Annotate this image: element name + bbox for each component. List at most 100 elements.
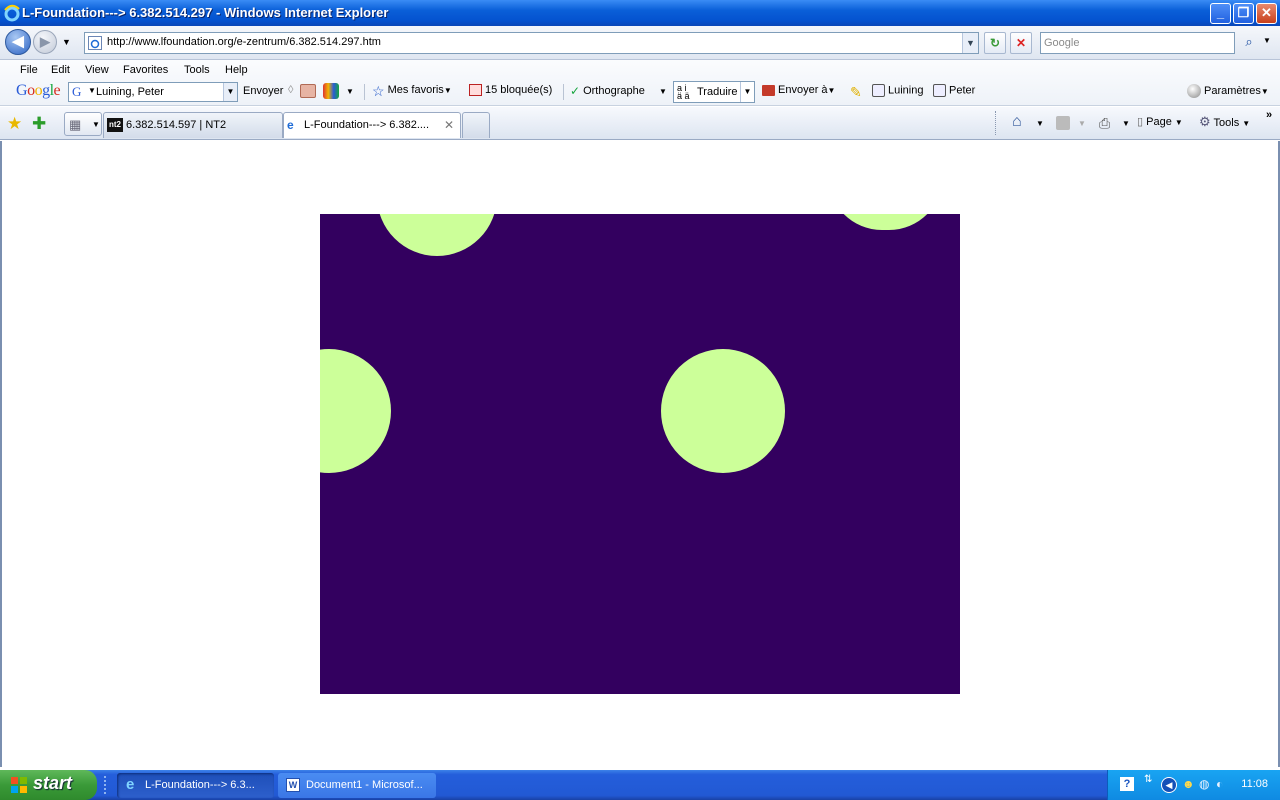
user-icon[interactable]: ☻	[1182, 777, 1195, 791]
menu-view[interactable]: View	[85, 64, 109, 76]
new-tab-button[interactable]	[462, 112, 490, 138]
back-button[interactable]: ◀	[5, 29, 31, 55]
tab-bar: ★ ✚ ▦ ▼ nt2 6.382.514.597 | NT2 e L-Foun…	[0, 107, 1280, 140]
help-icon[interactable]: ?	[1120, 777, 1134, 791]
gear-icon: ⚙	[1199, 114, 1211, 129]
dropdown-icon: ▼	[443, 85, 452, 95]
google-account-name: Luining, Peter	[96, 86, 164, 98]
close-tab-icon[interactable]: ✕	[444, 118, 454, 132]
security-icon[interactable]: ◍	[1199, 777, 1209, 791]
favorites-button[interactable]: ☆ Mes favoris▼	[372, 83, 452, 99]
dropdown-icon: ▼	[1242, 119, 1251, 128]
favorites-center-icon[interactable]: ★	[7, 114, 22, 134]
window-title: L-Foundation---> 6.382.514.297 - Windows…	[22, 5, 389, 20]
settings-label: Paramètres	[1204, 84, 1261, 97]
ie-page-icon	[88, 36, 102, 50]
home-icon[interactable]: ⌂	[1012, 113, 1022, 131]
quick-launch-grip	[104, 776, 108, 794]
spellcheck-button[interactable]: ✓ Orthographe	[570, 84, 645, 98]
feeds-icon[interactable]	[1056, 116, 1070, 130]
circle-top-left	[377, 214, 497, 256]
google-send-button[interactable]: Envoyer	[243, 85, 283, 97]
search-term-luining[interactable]: Luining	[872, 84, 923, 97]
print-icon[interactable]: ⎙	[1099, 115, 1110, 132]
system-tray: ? ⇅ ◀ ☻ ◍ ◐ 11:08	[1107, 770, 1280, 800]
refresh-button[interactable]: ↻	[984, 32, 1006, 54]
send-to-icon	[762, 84, 775, 96]
menu-tools[interactable]: Tools	[184, 64, 210, 76]
history-dropdown-icon[interactable]: ▼	[62, 37, 71, 47]
network-icon[interactable]: ⇅	[1144, 774, 1152, 785]
dropdown-icon: ▼	[88, 86, 96, 95]
quick-tabs-button[interactable]: ▦ ▼	[64, 112, 102, 136]
page-icon: ▯	[1137, 116, 1144, 128]
tools-menu-button[interactable]: ⚙ Tools ▼	[1199, 114, 1250, 130]
search-icon[interactable]: ⌕	[1240, 34, 1258, 52]
stop-button[interactable]: ✕	[1010, 32, 1032, 54]
address-bar[interactable]: http://www.lfoundation.org/e-zentrum/6.3…	[84, 32, 979, 54]
forward-button[interactable]: ▶	[33, 30, 57, 54]
word-icon: W	[286, 778, 300, 792]
search-term-label: Luining	[888, 84, 924, 97]
favorites-label: Mes favoris	[387, 83, 444, 96]
highlighter-icon[interactable]: ✎	[850, 84, 862, 101]
taskbar-item-ie[interactable]: e L-Foundation---> 6.3...	[117, 773, 274, 798]
menu-edit[interactable]: Edit	[51, 64, 70, 76]
menu-favorites[interactable]: Favorites	[123, 64, 168, 76]
star-icon: ☆	[372, 83, 385, 99]
home-dropdown-icon[interactable]: ▼	[1036, 119, 1044, 128]
restore-button[interactable]: ❐	[1233, 3, 1254, 24]
search-input[interactable]: Google	[1040, 32, 1235, 54]
send-to-label: Envoyer à	[778, 84, 828, 96]
spellcheck-label: Orthographe	[583, 84, 645, 97]
start-label: start	[33, 773, 73, 793]
eraser-icon[interactable]	[300, 84, 316, 98]
search-term-peter[interactable]: Peter	[933, 84, 975, 97]
clock: 11:08	[1241, 778, 1268, 790]
spellcheck-dropdown-icon[interactable]: ▼	[659, 87, 667, 96]
navigation-bar: ◀ ▶ ▼ http://www.lfoundation.org/e-zentr…	[0, 26, 1280, 60]
start-button[interactable]: start	[0, 770, 97, 800]
search-options-icon[interactable]: ▼	[1263, 36, 1271, 45]
google-g-icon: G	[72, 84, 82, 99]
send-to-button[interactable]: Envoyer à▼	[762, 84, 835, 96]
google-logo[interactable]: Google	[16, 82, 61, 100]
popup-blocked-button[interactable]: 15 bloquée(s)	[469, 84, 552, 97]
close-button[interactable]: ✕	[1256, 3, 1277, 24]
popup-blocker-icon	[469, 84, 482, 97]
chevron-more-icon[interactable]: »	[1266, 109, 1272, 121]
translate-label: Traduire	[697, 86, 738, 98]
taskbar-item-word[interactable]: W Document1 - Microsof...	[278, 773, 436, 798]
tab-l-foundation[interactable]: e L-Foundation---> 6.382.... ✕	[283, 112, 461, 138]
separator	[364, 84, 365, 100]
menu-help[interactable]: Help	[225, 64, 248, 76]
quick-tabs-icon: ▦	[69, 117, 82, 132]
taskbar-item-label: L-Foundation---> 6.3...	[145, 779, 255, 791]
nt2-icon: nt2	[107, 118, 123, 132]
taskbar: start e L-Foundation---> 6.3... W Docume…	[0, 770, 1280, 800]
dropdown-icon: ▼	[827, 86, 836, 95]
chevron-left-icon[interactable]: ◀	[1161, 777, 1177, 793]
minimize-button[interactable]: _	[1210, 3, 1231, 24]
separator	[563, 84, 564, 100]
google-account-select[interactable]: G ▼ Luining, Peter ▼	[68, 82, 238, 102]
tab-nt2[interactable]: nt2 6.382.514.597 | NT2	[103, 112, 283, 138]
puzzle-icon[interactable]	[323, 83, 339, 99]
url-text: http://www.lfoundation.org/e-zentrum/6.3…	[107, 36, 381, 48]
circle-center	[661, 349, 785, 473]
dropdown-icon: ▼	[1260, 86, 1269, 96]
puzzle-dropdown-icon[interactable]: ▼	[346, 87, 354, 96]
translate-button[interactable]: a iä ä Traduire ▼	[673, 81, 755, 103]
page-menu-button[interactable]: ▯ Page ▼	[1137, 115, 1183, 128]
feeds-dropdown-icon[interactable]: ▼	[1078, 119, 1086, 128]
spellcheck-icon: ✓	[570, 84, 581, 98]
title-bar: L-Foundation---> 6.382.514.297 - Windows…	[0, 0, 1280, 26]
settings-icon	[1187, 84, 1201, 98]
volume-icon[interactable]: ◐	[1216, 777, 1223, 791]
tab-label: L-Foundation---> 6.382....	[304, 119, 430, 131]
menu-file[interactable]: File	[20, 64, 38, 76]
settings-button[interactable]: Paramètres▼	[1187, 84, 1269, 98]
print-dropdown-icon[interactable]: ▼	[1122, 119, 1130, 128]
address-dropdown-icon[interactable]: ▼	[962, 33, 978, 53]
add-favorite-icon[interactable]: ✚	[32, 114, 46, 134]
